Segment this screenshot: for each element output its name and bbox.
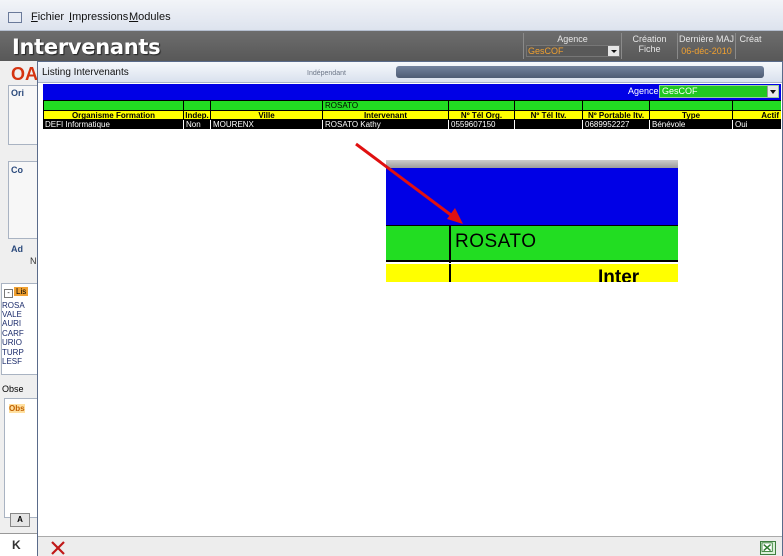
- ghost-bar: [396, 66, 764, 78]
- contact-label: Co: [11, 165, 23, 175]
- cell-tel-itv[interactable]: [514, 120, 582, 129]
- title-band: Intervenants Agence GesCOF Création Fich…: [0, 31, 783, 61]
- address-label: Ad: [11, 244, 23, 254]
- derniere-maj-label: Dernière MAJ: [678, 34, 734, 44]
- agence-header-cell: Agence GesCOF: [523, 33, 621, 59]
- chevron-down-icon[interactable]: [608, 46, 619, 56]
- cell-type[interactable]: Bénévole: [649, 120, 732, 129]
- menu-bar: Fichier Impressions Modules: [0, 0, 783, 31]
- filter-header-band: Agence : GesCOF: [43, 84, 781, 100]
- a-button[interactable]: A: [10, 513, 30, 527]
- creat-cell: Créat: [735, 33, 765, 59]
- agence-header-label: Agence: [557, 34, 588, 44]
- list-item[interactable]: AURI: [2, 319, 21, 328]
- collapse-icon[interactable]: -: [4, 289, 13, 298]
- observations-box: [4, 398, 40, 518]
- list-item[interactable]: VALE: [2, 310, 22, 319]
- creation-cell: Création Fiche: [621, 33, 677, 59]
- filter-row: ROSATO: [43, 100, 781, 111]
- window-titlebar: Listing Intervenants Indépendant: [38, 62, 782, 83]
- menu-impressions[interactable]: Impressions: [69, 11, 128, 23]
- first-record-icon[interactable]: K: [12, 538, 21, 552]
- header-row: Organisme Formation Indep. Ville Interve…: [43, 110, 781, 121]
- table-row[interactable]: DEFI Informatique Non MOURENX ROSATO Kat…: [43, 120, 781, 129]
- close-icon[interactable]: [49, 540, 67, 556]
- creat-label: Créat: [739, 34, 762, 44]
- zoom-filter-row: ROSATO: [386, 225, 678, 263]
- menu-modules[interactable]: Modules: [129, 11, 171, 23]
- agence-header-select[interactable]: GesCOF: [526, 45, 620, 57]
- zoom-divider: [449, 264, 451, 282]
- n-label: N: [30, 256, 37, 266]
- listing-window: Listing Intervenants Indépendant Agence …: [37, 61, 783, 556]
- agence-select-value: GesCOF: [662, 86, 698, 96]
- cell-organisme[interactable]: DEFI Informatique: [43, 120, 183, 129]
- zoom-divider: [449, 226, 451, 263]
- page-title: Intervenants: [12, 35, 161, 59]
- tab-observations[interactable]: Obse: [2, 384, 24, 394]
- list-item[interactable]: LESF: [2, 357, 22, 366]
- zoom-strip: [386, 160, 678, 168]
- agence-select[interactable]: GesCOF: [659, 85, 779, 98]
- cell-portable[interactable]: 0689952227: [582, 120, 649, 129]
- origin-label: Ori: [11, 88, 25, 98]
- chevron-down-icon[interactable]: [767, 86, 778, 97]
- cell-indep[interactable]: Non: [183, 120, 210, 129]
- footer-bar: [38, 536, 782, 556]
- derniere-maj-cell: Dernière MAJ 06-déc-2010: [677, 33, 735, 59]
- zoom-header-row: Inter: [386, 264, 678, 282]
- list-item[interactable]: CARF: [2, 329, 24, 338]
- derniere-maj-value: 06-déc-2010: [681, 46, 732, 56]
- agence-header-value: GesCOF: [528, 46, 564, 56]
- creation-label: Création Fiche: [632, 34, 667, 54]
- list-header: Lis: [14, 287, 29, 296]
- background-form: OA Ori Co Ad N - Lis ROSA VALE AURI CARF…: [0, 61, 40, 556]
- zoom-blue-band: [386, 168, 678, 225]
- zoom-header-text: Inter: [598, 267, 640, 282]
- zoom-filter-text: ROSATO: [455, 231, 537, 252]
- app-icon[interactable]: [8, 12, 22, 23]
- list-item[interactable]: TURP: [2, 348, 24, 357]
- cell-intervenant[interactable]: ROSATO Kathy: [322, 120, 448, 129]
- cell-tel-org[interactable]: 0559607150: [448, 120, 514, 129]
- ghost-label: Indépendant: [307, 70, 346, 77]
- window-title: Listing Intervenants: [42, 67, 129, 78]
- zoom-inset: ROSATO Inter: [386, 160, 678, 282]
- list-item[interactable]: URIO: [2, 338, 22, 347]
- excel-export-icon[interactable]: [760, 541, 776, 555]
- observations-label: Obs: [9, 404, 25, 413]
- listing-grid: ROSATO Organisme Formation Indep. Ville …: [43, 100, 781, 129]
- logo: OA: [11, 64, 38, 84]
- cell-ville[interactable]: MOURENX: [210, 120, 322, 129]
- list-item[interactable]: ROSA: [2, 301, 25, 310]
- menu-fichier[interactable]: Fichier: [31, 11, 64, 23]
- cell-actif[interactable]: Oui: [732, 120, 781, 129]
